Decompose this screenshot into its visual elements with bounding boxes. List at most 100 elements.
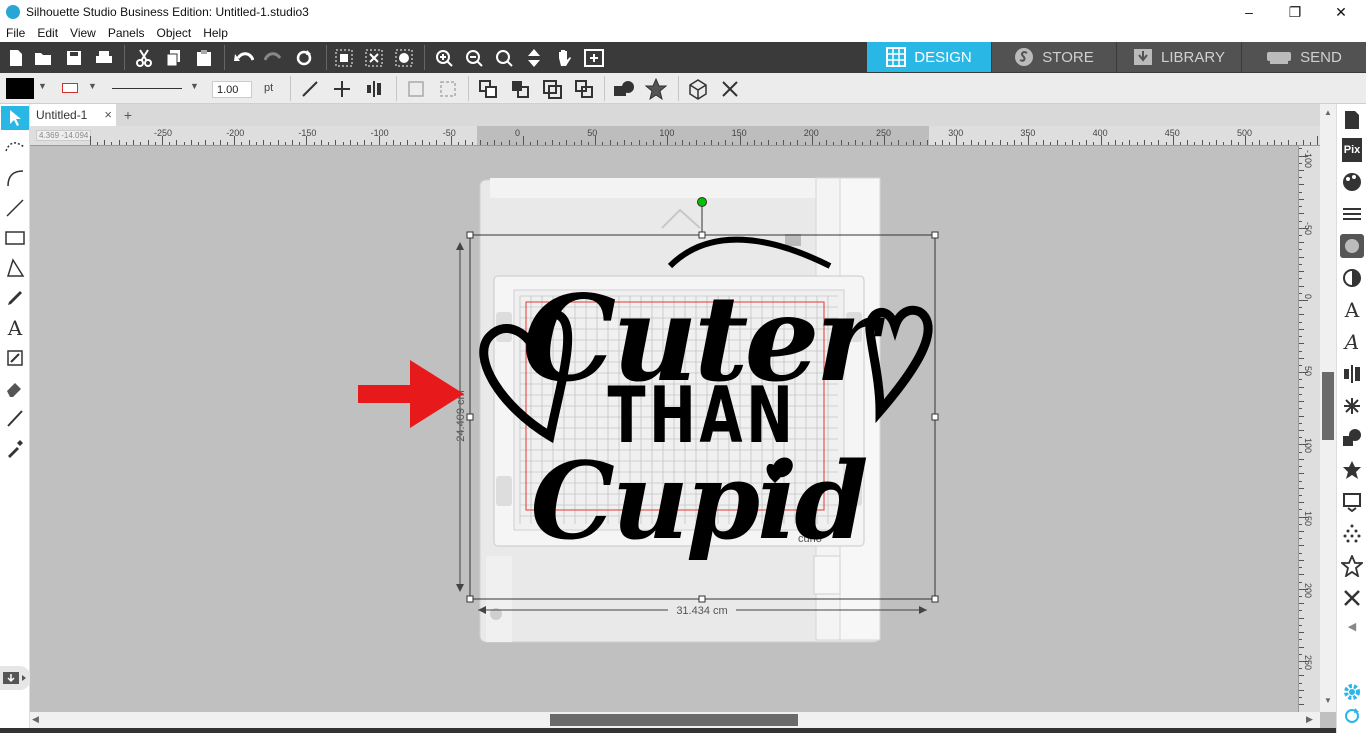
menu-edit[interactable]: Edit xyxy=(31,26,64,40)
hand-pan-icon[interactable] xyxy=(552,46,576,70)
refresh-icon[interactable] xyxy=(292,46,316,70)
star-outline-icon[interactable] xyxy=(1340,554,1364,578)
print-icon[interactable] xyxy=(92,46,116,70)
zoom-select-icon[interactable] xyxy=(492,46,516,70)
fill-dropdown-arrow-icon[interactable]: ▼ xyxy=(38,81,47,91)
trace-icon[interactable] xyxy=(1340,490,1364,514)
scroll-down-arrow-icon[interactable]: ▼ xyxy=(1324,696,1332,705)
scroll-right-arrow-icon[interactable]: ▶ xyxy=(1306,714,1313,725)
transparency-icon[interactable] xyxy=(1340,266,1364,290)
align-icon[interactable] xyxy=(362,77,386,101)
move-icon[interactable] xyxy=(330,77,354,101)
new-tab-button[interactable]: + xyxy=(118,105,138,125)
menu-object[interactable]: Object xyxy=(151,26,198,40)
eraser-icon[interactable] xyxy=(3,376,27,400)
close-tab-button[interactable]: × xyxy=(104,107,112,122)
fill-color-swatch[interactable] xyxy=(6,78,34,99)
replicate-icon[interactable] xyxy=(1340,394,1364,418)
line-style-panel-icon[interactable] xyxy=(1340,202,1364,226)
library-drawer-icon[interactable] xyxy=(0,666,30,690)
eyedropper-icon[interactable] xyxy=(3,436,27,460)
horizontal-scroll-thumb[interactable] xyxy=(550,714,798,726)
horizontal-scrollbar[interactable]: ◀ ▶ xyxy=(30,712,1320,728)
select-by-color-icon[interactable] xyxy=(392,46,416,70)
menu-help[interactable]: Help xyxy=(197,26,234,40)
line-style-dropdown-arrow-icon[interactable]: ▼ xyxy=(190,81,199,91)
menu-view[interactable]: View xyxy=(64,26,102,40)
menu-file[interactable]: File xyxy=(0,26,31,40)
resize-handle-r[interactable] xyxy=(931,413,939,421)
design-canvas[interactable]: curio Cuter THAN Cupid 24.409 cm 31.434 … xyxy=(30,146,1298,712)
knife-icon[interactable] xyxy=(3,406,27,430)
rotate-handle[interactable] xyxy=(697,197,707,207)
zoom-in-icon[interactable] xyxy=(432,46,456,70)
new-file-icon[interactable] xyxy=(4,46,28,70)
text-to-path-icon[interactable]: A xyxy=(1340,330,1364,354)
redo-icon[interactable] xyxy=(262,46,286,70)
resize-handle-tl[interactable] xyxy=(466,231,474,239)
menu-panels[interactable]: Panels xyxy=(102,26,151,40)
scroll-left-arrow-icon[interactable]: ◀ xyxy=(32,714,39,725)
line-width-input[interactable]: 1.00 xyxy=(212,81,252,98)
edit-points-icon[interactable] xyxy=(3,136,27,160)
align-panel-icon[interactable] xyxy=(1340,362,1364,386)
fill-tool-icon[interactable] xyxy=(3,346,27,370)
3d-box-icon[interactable] xyxy=(686,77,710,101)
sketch-dots-icon[interactable] xyxy=(1340,522,1364,546)
curve-tool-icon[interactable] xyxy=(3,166,27,190)
tab-untitled-1[interactable]: Untitled-1 × xyxy=(30,104,116,126)
line-color-dropdown-arrow-icon[interactable]: ▼ xyxy=(88,81,97,91)
line-color-swatch[interactable] xyxy=(62,83,78,93)
select-arrow-icon[interactable] xyxy=(1,106,29,130)
send-to-back-icon[interactable] xyxy=(508,77,532,101)
fit-to-page-icon[interactable] xyxy=(582,46,606,70)
modify-icon[interactable] xyxy=(1340,426,1364,450)
pan-arrows-icon[interactable] xyxy=(522,46,546,70)
pixscan-icon[interactable]: Pix xyxy=(1342,138,1362,162)
weld-icon[interactable] xyxy=(612,77,636,101)
cuter-than-cupid-artwork[interactable]: Cuter THAN Cupid xyxy=(479,236,933,563)
page-setup-icon[interactable] xyxy=(1340,108,1364,132)
line-draw-icon[interactable] xyxy=(3,196,27,220)
restore-button[interactable]: ❐ xyxy=(1272,0,1318,24)
tab-library[interactable]: LIBRARY xyxy=(1117,42,1241,72)
send-backward-icon[interactable] xyxy=(572,77,596,101)
bring-forward-icon[interactable] xyxy=(540,77,564,101)
pencil-icon[interactable] xyxy=(3,286,27,310)
undo-icon[interactable] xyxy=(232,46,256,70)
save-icon[interactable] xyxy=(62,46,86,70)
copy-icon[interactable] xyxy=(162,46,186,70)
paste-icon[interactable] xyxy=(192,46,216,70)
tab-design[interactable]: DESIGN xyxy=(867,42,991,72)
panel-collapse-arrow-icon[interactable]: ◀ xyxy=(1340,614,1364,638)
fill-pattern-icon[interactable] xyxy=(1340,234,1364,258)
offset-star-panel-icon[interactable] xyxy=(1340,458,1364,482)
deselect-icon[interactable] xyxy=(362,46,386,70)
vertical-scrollbar[interactable]: ▲ ▼ xyxy=(1320,104,1336,712)
group-icon[interactable] xyxy=(404,77,428,101)
offset-star-icon[interactable] xyxy=(644,77,668,101)
line-style-selector[interactable] xyxy=(112,88,182,89)
sync-icon[interactable] xyxy=(1340,704,1364,728)
settings-gear-icon[interactable] xyxy=(1340,680,1364,704)
text-tool-icon[interactable]: A xyxy=(3,316,27,340)
text-style-icon[interactable]: A xyxy=(1340,298,1364,322)
tab-store[interactable]: STORE xyxy=(992,42,1116,72)
delete-x-icon[interactable] xyxy=(718,77,742,101)
polygon-tool-icon[interactable] xyxy=(3,256,27,280)
tab-send[interactable]: SEND xyxy=(1242,42,1366,72)
fill-palette-icon[interactable] xyxy=(1340,170,1364,194)
knife-tools-icon[interactable] xyxy=(1340,586,1364,610)
resize-handle-l[interactable] xyxy=(466,413,474,421)
select-all-icon[interactable] xyxy=(332,46,356,70)
close-window-button[interactable]: ✕ xyxy=(1318,0,1364,24)
line-tool-icon[interactable] xyxy=(298,77,322,101)
ungroup-icon[interactable] xyxy=(436,77,460,101)
bring-to-front-icon[interactable] xyxy=(476,77,500,101)
vertical-scroll-thumb[interactable] xyxy=(1322,372,1334,440)
scroll-up-arrow-icon[interactable]: ▲ xyxy=(1324,108,1332,117)
resize-handle-tr[interactable] xyxy=(931,231,939,239)
resize-handle-t[interactable] xyxy=(698,231,706,239)
resize-handle-bl[interactable] xyxy=(466,595,474,603)
open-folder-icon[interactable] xyxy=(32,46,56,70)
